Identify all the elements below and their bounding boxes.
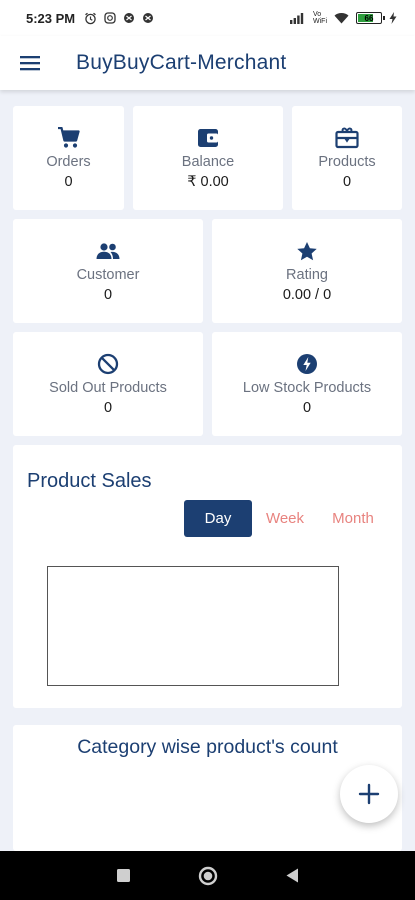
low-stock-products-card[interactable]: Low Stock Products 0	[212, 332, 402, 436]
status-time: 5:23 PM	[26, 10, 76, 26]
products-label: Products	[318, 154, 376, 170]
status-bar: 5:23 PM Vo WiFi 66	[0, 0, 415, 36]
product-box-icon	[335, 126, 359, 150]
app-bar: BuyBuyCart-Merchant	[0, 36, 415, 90]
status-right: Vo WiFi 66	[290, 11, 397, 25]
add-fab-button[interactable]	[340, 765, 398, 823]
period-month-button[interactable]: Month	[322, 500, 384, 537]
products-value: 0	[342, 174, 352, 190]
sold-out-products-card[interactable]: Sold Out Products 0	[13, 332, 203, 436]
customer-label: Customer	[76, 267, 140, 283]
back-button[interactable]	[281, 864, 303, 886]
app-title: BuyBuyCart-Merchant	[76, 51, 287, 74]
square-icon	[116, 868, 130, 882]
category-count-title: Category wise product's count	[77, 736, 338, 758]
lightning-icon	[296, 352, 318, 376]
rating-value: 0.00 / 0	[282, 287, 332, 303]
alarm-icon	[84, 12, 97, 25]
balance-value: ₹ 0.00	[187, 174, 229, 190]
balance-card[interactable]: Balance ₹ 0.00	[133, 106, 283, 210]
product-sales-title: Product Sales	[27, 470, 152, 492]
sales-chart-area	[47, 566, 339, 686]
rating-card[interactable]: Rating 0.00 / 0	[212, 219, 402, 323]
battery-nub	[383, 16, 385, 20]
products-card[interactable]: Products 0	[292, 106, 402, 210]
notification-app-icon	[123, 12, 135, 24]
wifi-icon	[334, 12, 349, 24]
orders-card[interactable]: Orders 0	[13, 106, 124, 210]
product-sales-card: Product Sales Day Week Month	[13, 445, 402, 708]
customer-value: 0	[103, 287, 113, 303]
hamburger-menu-icon	[20, 56, 40, 71]
orders-value: 0	[64, 174, 73, 190]
period-week-button[interactable]: Week	[258, 500, 312, 537]
period-day-button[interactable]: Day	[184, 500, 252, 537]
instagram-icon	[104, 12, 116, 24]
network-label: Vo WiFi	[313, 11, 327, 25]
menu-button[interactable]	[0, 36, 76, 90]
home-button[interactable]	[196, 864, 220, 888]
charging-icon	[389, 12, 397, 24]
orders-label: Orders	[46, 154, 91, 170]
back-triangle-icon	[286, 868, 298, 882]
block-icon	[97, 352, 119, 376]
shopping-cart-icon	[57, 126, 81, 150]
rating-label: Rating	[286, 267, 328, 283]
recents-button[interactable]	[112, 864, 134, 886]
battery-icon: 66	[356, 12, 385, 24]
people-icon	[95, 239, 121, 263]
low-stock-products-label: Low Stock Products	[242, 380, 372, 396]
system-nav-bar	[0, 851, 415, 900]
low-stock-products-value: 0	[302, 400, 312, 416]
wallet-icon	[197, 126, 219, 150]
sold-out-products-value: 0	[103, 400, 113, 416]
plus-icon	[358, 783, 380, 805]
sold-out-products-label: Sold Out Products	[49, 380, 167, 396]
signal-icon	[290, 12, 306, 24]
customer-card[interactable]: Customer 0	[13, 219, 203, 323]
balance-label: Balance	[181, 154, 235, 170]
notification-app-icon-2	[142, 12, 154, 24]
battery-level: 66	[364, 13, 374, 23]
status-left: 5:23 PM	[26, 11, 154, 26]
star-icon	[296, 239, 318, 263]
home-circle-icon	[198, 866, 218, 886]
